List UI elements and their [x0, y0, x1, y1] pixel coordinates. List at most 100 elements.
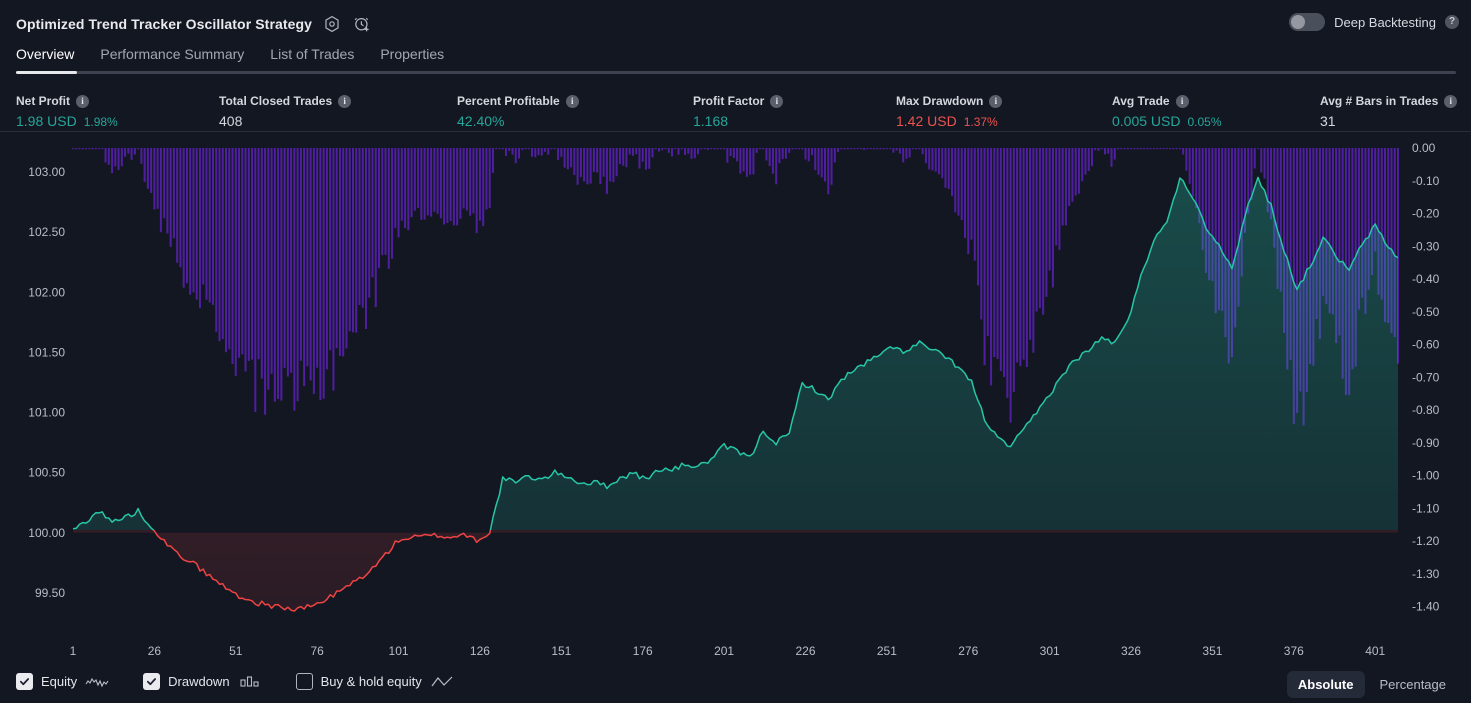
info-icon[interactable]: i [565, 94, 579, 108]
drawdown-bar [716, 148, 719, 150]
chart-canvas[interactable]: 103.00 102.50 102.00 101.50 101.00 100.50 100.… [0, 133, 1471, 665]
drawdown-bar [329, 148, 332, 351]
drawdown-bar [739, 148, 742, 174]
drawdown-bar [1156, 148, 1159, 150]
drawdown-bar [1097, 148, 1100, 151]
chart-footer: Equity Drawdown Buy & hold equity Absolu… [0, 665, 1471, 703]
info-icon[interactable]: i [770, 94, 784, 108]
y-axis-left-labels: 103.00 102.50 102.00 101.50 101.00 100.50 100.… [28, 165, 65, 600]
series-legend: Equity Drawdown Buy & hold equity [16, 673, 454, 690]
drawdown-bar [417, 148, 420, 208]
scale-option-percentage[interactable]: Percentage [1369, 671, 1458, 698]
drawdown-bar [1107, 148, 1110, 154]
drawdown-bar [430, 148, 433, 217]
tab-list-of-trades[interactable]: List of Trades [270, 46, 354, 69]
drawdown-bar [618, 148, 621, 164]
drawdown-bar [1117, 148, 1120, 150]
drawdown-bar [755, 148, 758, 153]
deep-backtesting-toggle[interactable] [1289, 13, 1326, 31]
drawdown-bar [902, 148, 905, 163]
drawdown-bar [228, 148, 231, 350]
drawdown-bar [684, 148, 687, 155]
buy-and-hold-checkbox[interactable] [295, 673, 313, 690]
legend-item-drawdown[interactable]: Drawdown [143, 673, 261, 690]
alarm-clock-add-icon[interactable] [352, 14, 372, 34]
scale-option-absolute[interactable]: Absolute [1286, 671, 1365, 698]
drawdown-bar [1126, 148, 1129, 150]
drawdown-bar [736, 148, 739, 162]
drawdown-bar [811, 148, 814, 156]
drawdown-bar [960, 148, 963, 221]
tab-scroll-track[interactable] [16, 71, 1456, 74]
drawdown-bar [527, 148, 530, 150]
x-axis-tick: 1 [70, 644, 77, 658]
drawdown-bars-glyph [238, 675, 262, 689]
drawdown-bar [335, 148, 338, 349]
legend-item-buy-and-hold[interactable]: Buy & hold equity [295, 673, 454, 690]
drawdown-bar [837, 148, 840, 152]
info-icon[interactable]: i [1175, 94, 1189, 108]
y-axis-right-tick: -1.10 [1412, 501, 1440, 515]
drawdown-bar [355, 148, 358, 333]
y-axis-right-tick: -0.50 [1412, 305, 1440, 319]
drawdown-bar [1071, 148, 1074, 202]
drawdown-bar [485, 148, 488, 210]
drawdown-bar [241, 148, 244, 355]
drawdown-bar [273, 148, 276, 402]
x-axis-labels: 1 26 51 76 101 126 151 176 201 226 251 276 301 326 351… [70, 644, 1386, 658]
x-axis-tick: 301 [1040, 644, 1060, 658]
drawdown-checkbox[interactable] [143, 673, 161, 690]
question-mark-icon[interactable]: ? [1445, 15, 1459, 29]
drawdown-bar [651, 148, 654, 158]
x-axis-tick: 201 [714, 644, 734, 658]
drawdown-bar [117, 148, 120, 170]
tab-properties[interactable]: Properties [380, 46, 444, 69]
drawdown-bar [195, 148, 198, 300]
info-icon[interactable]: i [338, 94, 352, 108]
info-icon[interactable]: i [1444, 94, 1458, 108]
tab-performance-summary[interactable]: Performance Summary [100, 46, 244, 69]
drawdown-bar [898, 148, 901, 154]
drawdown-bar [794, 148, 797, 150]
drawdown-bar [771, 148, 774, 174]
drawdown-bar [615, 148, 618, 177]
drawdown-bar [306, 148, 309, 367]
drawdown-bar [954, 148, 957, 213]
tab-overview[interactable]: Overview [16, 46, 74, 69]
y-axis-left-tick: 99.50 [35, 586, 65, 600]
drawdown-bar [1253, 148, 1256, 169]
drawdown-bar [465, 148, 468, 211]
stats-row: Net Profit i 1.98 USD 1.98% Total Closed… [0, 86, 1471, 132]
drawdown-bar [1016, 148, 1019, 363]
drawdown-bar [1130, 148, 1133, 150]
drawdown-bar [270, 148, 273, 374]
equity-drawdown-chart[interactable]: 103.00 102.50 102.00 101.50 101.00 100.50 100.… [0, 133, 1471, 665]
drawdown-bar [101, 148, 104, 150]
x-axis-tick: 101 [389, 644, 409, 658]
drawdown-bar [797, 148, 800, 150]
info-icon[interactable]: i [76, 94, 89, 108]
drawdown-bar [75, 148, 78, 150]
equity-checkbox[interactable] [16, 673, 33, 690]
drawdown-bar [895, 148, 898, 151]
stat-value: 42.40% [457, 113, 505, 129]
drawdown-bar [745, 148, 748, 177]
check-icon [19, 678, 30, 686]
tab-bar: Overview Performance Summary List of Tra… [16, 46, 444, 69]
legend-item-equity[interactable]: Equity [16, 673, 109, 690]
drawdown-bar [1146, 148, 1149, 150]
hexagon-settings-icon[interactable] [322, 14, 342, 34]
drawdown-bar [937, 148, 940, 175]
drawdown-bar [664, 148, 667, 150]
info-icon[interactable]: i [989, 94, 1003, 108]
drawdown-bar [1087, 148, 1090, 171]
drawdown-bar [133, 148, 136, 155]
drawdown-bar [218, 148, 221, 342]
drawdown-bar [1012, 148, 1015, 392]
drawdown-bar [1048, 148, 1051, 271]
stat-value-pct: 1.37% [963, 115, 998, 129]
drawdown-bar [566, 148, 569, 170]
drawdown-bar [866, 148, 869, 150]
drawdown-bar [361, 148, 364, 308]
drawdown-bar [143, 148, 146, 183]
